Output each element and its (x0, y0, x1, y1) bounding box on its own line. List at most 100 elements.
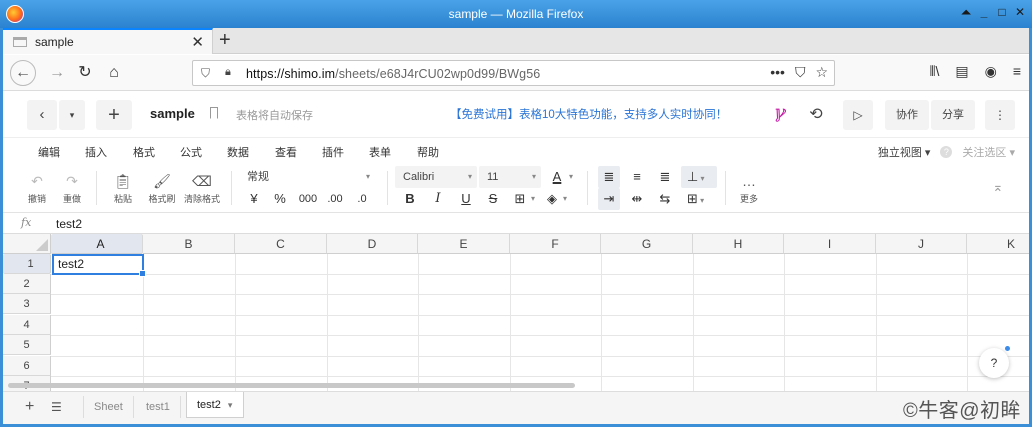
bookmark-icon[interactable] (210, 107, 218, 119)
view-mode-select[interactable]: 独立视图 ▾ (878, 144, 931, 160)
align-center-icon[interactable]: ≡ (626, 166, 648, 188)
number-format-select[interactable]: 常规 ▾ (239, 166, 375, 188)
function-icon[interactable]: fx (21, 216, 31, 229)
text-wrap-icon[interactable]: ⇆ (654, 188, 676, 210)
align-right-icon[interactable]: ≣ (654, 166, 676, 188)
page-actions-icon[interactable]: ••• (770, 64, 785, 81)
back-arrow-icon[interactable]: ← (10, 60, 36, 86)
account-icon[interactable]: ◉ (985, 63, 997, 80)
new-doc-button[interactable]: + (96, 100, 132, 130)
align-left-icon[interactable]: ≣ (598, 166, 620, 188)
present-icon[interactable]: ▷ (843, 100, 873, 130)
nav-dropdown-button[interactable]: ▾ (59, 100, 85, 130)
format-painter-button[interactable]: 🖌︎ 格式刷 (146, 172, 178, 205)
browser-tab[interactable]: sample ✕ (3, 28, 213, 54)
menu-forms[interactable]: 表单 (369, 144, 391, 160)
back-button[interactable]: ‹ (27, 100, 57, 130)
view-mode-help-icon[interactable]: ? (940, 146, 953, 158)
undo-button[interactable]: ↶ 撤销 (23, 172, 51, 205)
lock-icon[interactable]: 🔒︎ (225, 66, 231, 79)
new-tab-button[interactable]: + (219, 29, 231, 51)
menu-plugins[interactable]: 插件 (322, 144, 344, 160)
currency-format-button[interactable]: ¥ (243, 188, 265, 210)
window-shade-button[interactable]: ⏶ (960, 5, 972, 19)
library-icon[interactable]: ⫴\ (930, 63, 940, 80)
horizontal-scrollbar[interactable] (8, 383, 575, 388)
thousands-separator-button[interactable]: 000 (295, 188, 321, 210)
valign-bottom-icon[interactable]: ⊥ ▾ (681, 166, 717, 188)
paste-button[interactable]: 📋︎ 粘贴 (107, 172, 139, 205)
border-dropdown-icon[interactable]: ▾ (527, 188, 539, 210)
font-color-dropdown-icon[interactable]: ▾ (565, 166, 577, 188)
increase-decimal-button[interactable]: .0 (351, 188, 373, 210)
forward-arrow-icon[interactable]: → (45, 61, 69, 85)
menu-help[interactable]: 帮助 (417, 144, 439, 160)
column-header-j[interactable]: J (876, 234, 967, 254)
row-header-6[interactable]: 6 (3, 356, 51, 376)
strikethrough-button[interactable]: S (482, 188, 504, 210)
home-icon[interactable]: ⌂ (102, 61, 126, 85)
menu-formula[interactable]: 公式 (180, 144, 202, 160)
history-icon[interactable]: ⟲ (801, 100, 831, 130)
sheet-tab-test1[interactable]: test1 (136, 396, 181, 418)
menu-edit[interactable]: 编辑 (38, 144, 60, 160)
column-header-h[interactable]: H (693, 234, 784, 254)
merge-cells-icon[interactable]: ⊞ ▾ (681, 188, 717, 210)
column-header-g[interactable]: G (601, 234, 693, 254)
menu-data[interactable]: 数据 (227, 144, 249, 160)
reload-icon[interactable]: ↻ (73, 61, 97, 85)
row-header-2[interactable]: 2 (3, 274, 51, 294)
tracking-shield-icon[interactable]: ⛉ (201, 66, 210, 81)
menu-insert[interactable]: 插入 (85, 144, 107, 160)
column-header-k[interactable]: K (967, 234, 1029, 254)
percent-format-button[interactable]: % (269, 188, 291, 210)
font-family-select[interactable]: Calibri ▾ (395, 166, 477, 188)
collapse-toolbar-icon[interactable]: ⌅ (987, 176, 1009, 198)
redo-button[interactable]: ↷ 重做 (58, 172, 86, 205)
collab-button[interactable]: 协作 (885, 100, 929, 130)
window-minimize-button[interactable]: _ (978, 5, 990, 19)
add-sheet-button[interactable]: + (25, 398, 34, 416)
more-tools-button[interactable]: … 更多 (735, 172, 763, 205)
tab-close-icon[interactable]: ✕ (191, 33, 204, 51)
underline-button[interactable]: U (455, 188, 477, 210)
text-overflow-icon[interactable]: ⇥ (598, 188, 620, 210)
column-header-f[interactable]: F (510, 234, 601, 254)
select-all-corner[interactable] (3, 234, 51, 254)
clear-format-button[interactable]: ⌫ 清除格式 (183, 172, 221, 205)
bookmark-star-icon[interactable]: ☆ (815, 64, 828, 81)
sidebar-icon[interactable]: ▤ (955, 63, 968, 80)
sheet-tab-test2[interactable]: test2 ▾ (186, 392, 244, 418)
column-header-a[interactable]: A (51, 234, 143, 254)
more-menu-button[interactable]: ⋮ (985, 100, 1015, 130)
column-header-e[interactable]: E (418, 234, 510, 254)
bold-button[interactable]: B (399, 188, 421, 210)
vip-logo-icon[interactable]: ℽ (773, 102, 785, 123)
focus-selection-toggle[interactable]: 关注选区 ▾ (962, 144, 1015, 160)
decrease-decimal-button[interactable]: .00 (323, 188, 347, 210)
pocket-icon[interactable]: ⛉ (795, 64, 806, 81)
address-bar[interactable]: ⛉ 🔒︎ https://shimo.im/sheets/e68J4rCU02w… (192, 60, 835, 86)
help-button[interactable]: ? (979, 346, 1010, 378)
formula-input[interactable]: test2 (56, 217, 82, 231)
row-header-4[interactable]: 4 (3, 315, 51, 335)
window-close-button[interactable]: ✕ (1014, 5, 1026, 19)
share-button[interactable]: 分享 (931, 100, 975, 130)
font-size-select[interactable]: 11 ▾ (479, 166, 541, 188)
row-header-1[interactable]: 1 (3, 254, 51, 274)
column-header-c[interactable]: C (235, 234, 327, 254)
column-header-b[interactable]: B (143, 234, 235, 254)
italic-button[interactable]: I (427, 188, 449, 210)
column-header-i[interactable]: I (784, 234, 876, 254)
sheet-tab-sheet[interactable]: Sheet (83, 396, 134, 418)
selected-cell-a1[interactable]: test2 (52, 254, 146, 277)
url-text[interactable]: https://shimo.im/sheets/e68J4rCU02wp0d99… (246, 67, 540, 81)
sheet-list-icon[interactable]: ☰ (51, 400, 62, 414)
text-clip-icon[interactable]: ⇹ (626, 188, 648, 210)
window-maximize-button[interactable]: □ (996, 5, 1008, 19)
fill-color-dropdown-icon[interactable]: ▾ (559, 188, 571, 210)
menu-view[interactable]: 查看 (275, 144, 297, 160)
menu-format[interactable]: 格式 (133, 144, 155, 160)
sheet-tab-chevron-icon[interactable]: ▾ (228, 400, 233, 410)
row-header-5[interactable]: 5 (3, 335, 51, 355)
